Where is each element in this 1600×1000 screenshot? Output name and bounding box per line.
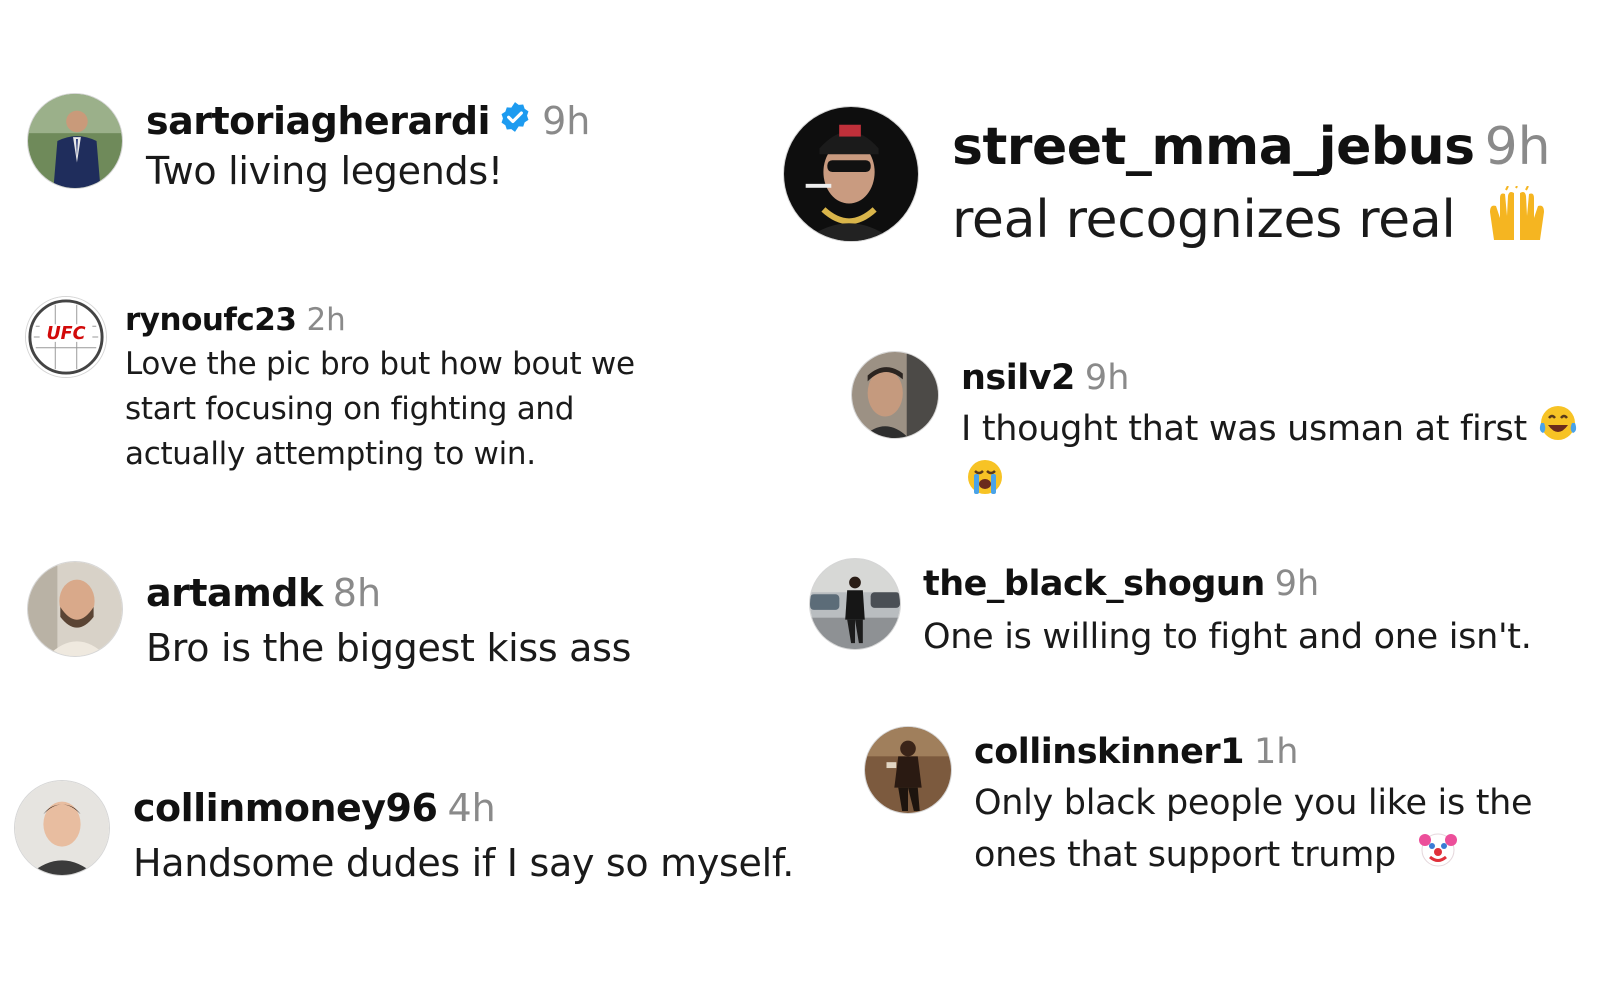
avatar[interactable] xyxy=(14,780,110,876)
avatar[interactable] xyxy=(27,561,123,657)
avatar-young-man-icon xyxy=(15,781,109,875)
comment-rynoufc23: UFC rynoufc23 2h Love the pic bro but ho… xyxy=(25,296,635,477)
avatar[interactable] xyxy=(809,558,901,650)
avatar-mirror-selfie-icon xyxy=(865,727,951,813)
comment-text: Handsome dudes if I say so myself. xyxy=(133,841,794,885)
comment-sartoriagherardi: sartoriagherardi 9h Two living legends! xyxy=(27,93,590,197)
avatar[interactable] xyxy=(27,93,123,189)
comment-street-mma-jebus: street_mma_jebus 9h real recognizes real xyxy=(783,106,1551,261)
comment-header: street_mma_jebus 9h xyxy=(952,110,1551,184)
avatar-man-cap-sunglasses-icon xyxy=(784,107,918,241)
timestamp: 9h xyxy=(542,99,591,143)
timestamp: 9h xyxy=(1084,358,1130,398)
avatar[interactable]: UFC xyxy=(25,296,107,378)
comment-text-line: Love the pic bro but how bout we xyxy=(125,346,635,382)
comment-text-content: I thought that was usman at first xyxy=(961,409,1527,449)
comment-body: artamdk 8h Bro is the biggest kiss ass xyxy=(146,561,631,679)
comment-text: Only black people you like is the ones t… xyxy=(974,778,1533,884)
avatar-man-in-suit-icon xyxy=(28,94,122,188)
username[interactable]: the_black_shogun xyxy=(923,558,1265,610)
avatar-street-figure-icon xyxy=(810,559,900,649)
username[interactable]: street_mma_jebus xyxy=(952,110,1475,184)
timestamp: 2h xyxy=(306,302,346,338)
username[interactable]: collinmoney96 xyxy=(133,784,438,832)
comment-artamdk: artamdk 8h Bro is the biggest kiss ass xyxy=(27,561,631,679)
ufc-logo-avatar-icon: UFC xyxy=(26,297,106,377)
comment-body: the_black_shogun 9h One is willing to fi… xyxy=(923,558,1532,664)
comment-body: nsilv2 9h I thought that was usman at fi… xyxy=(961,351,1578,516)
comment-header: collinmoney96 4h xyxy=(133,784,794,832)
comment-text-content: real recognizes real xyxy=(952,190,1456,250)
timestamp: 9h xyxy=(1484,117,1551,177)
comment-collinskinner1: collinskinner1 1h Only black people you … xyxy=(864,726,1533,884)
comment-the-black-shogun: the_black_shogun 9h One is willing to fi… xyxy=(809,558,1532,664)
comment-text: I thought that was usman at first xyxy=(961,403,1578,457)
username[interactable]: rynoufc23 xyxy=(125,296,297,344)
comment-text-line: actually attempting to win. xyxy=(125,436,536,472)
comment-text-line: start focusing on fighting and xyxy=(125,391,575,427)
avatar[interactable] xyxy=(864,726,952,814)
verified-badge-icon xyxy=(498,97,532,145)
comment-body: collinmoney96 4h Handsome dudes if I say… xyxy=(133,780,794,894)
comment-body: collinskinner1 1h Only black people you … xyxy=(974,726,1533,884)
comment-header: rynoufc23 2h xyxy=(125,296,635,344)
timestamp: 8h xyxy=(332,571,382,615)
avatar[interactable] xyxy=(851,351,939,439)
comment-text-line: Only black people you like is the xyxy=(974,783,1533,823)
comment-body: rynoufc23 2h Love the pic bro but how bo… xyxy=(125,296,635,477)
comment-text: Bro is the biggest kiss ass xyxy=(146,626,632,670)
comment-text: Love the pic bro but how bout we start f… xyxy=(125,342,635,477)
comment-collinmoney96: collinmoney96 4h Handsome dudes if I say… xyxy=(14,780,794,894)
username[interactable]: nsilv2 xyxy=(961,353,1075,403)
svg-text:UFC: UFC xyxy=(46,324,85,344)
timestamp: 9h xyxy=(1274,564,1320,604)
comment-text: real recognizes real xyxy=(952,184,1551,261)
timestamp: 1h xyxy=(1254,732,1299,772)
comment-text-line: ones that support trump xyxy=(974,828,1532,884)
crying-emoji-icon xyxy=(965,457,1005,516)
comment-header: sartoriagherardi 9h xyxy=(146,97,590,145)
comment-header: artamdk 8h xyxy=(146,569,631,617)
comment-text-extra xyxy=(961,457,1578,516)
comment-body: sartoriagherardi 9h Two living legends! xyxy=(146,93,590,197)
comment-text: Two living legends! xyxy=(146,149,503,193)
avatar-man-profile-icon xyxy=(852,352,938,438)
username[interactable]: artamdk xyxy=(146,569,323,617)
username[interactable]: sartoriagherardi xyxy=(146,97,491,145)
comment-header: the_black_shogun 9h xyxy=(923,558,1532,610)
comment-nsilv2: nsilv2 9h I thought that was usman at fi… xyxy=(851,351,1578,516)
comment-header: collinskinner1 1h xyxy=(974,726,1532,778)
comment-text-line-content: ones that support trump xyxy=(974,835,1396,875)
raising-hands-emoji-icon xyxy=(1486,185,1548,261)
avatar[interactable] xyxy=(783,106,919,242)
timestamp: 4h xyxy=(447,786,496,830)
clown-emoji-icon xyxy=(1417,828,1459,884)
comment-header: nsilv2 9h xyxy=(961,353,1578,403)
comment-body: street_mma_jebus 9h real recognizes real xyxy=(952,106,1551,261)
laughing-tears-emoji-icon xyxy=(1538,403,1578,457)
comment-text: One is willing to fight and one isn't. xyxy=(923,617,1532,657)
username[interactable]: collinskinner1 xyxy=(974,726,1245,778)
avatar-bearded-man-icon xyxy=(28,562,122,656)
